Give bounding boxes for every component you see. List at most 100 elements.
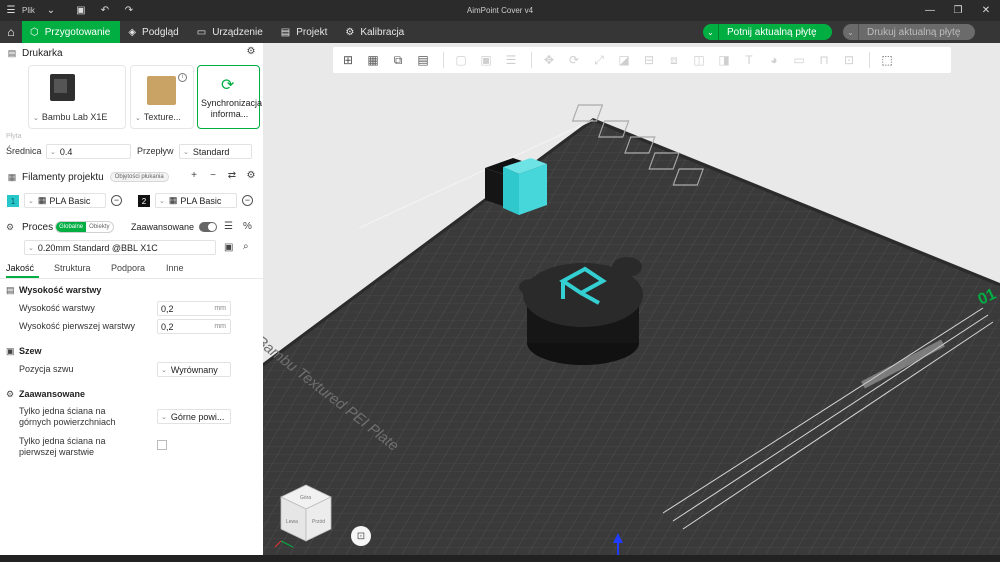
arrange-icon[interactable]: ▤ — [412, 51, 434, 69]
seam-icon: ▣ — [6, 346, 15, 356]
process-subtabs: Jakość Struktura Podpora Inne — [0, 261, 263, 279]
delete-icon[interactable]: ☰ — [500, 51, 522, 69]
advanced-toggle[interactable] — [199, 222, 217, 232]
cube-front-label: Przód — [312, 519, 325, 525]
redo-icon[interactable]: ↷ — [121, 3, 137, 19]
file-menu[interactable]: Plik — [22, 6, 35, 15]
chevron-down-icon[interactable]: ⌄ — [703, 24, 719, 40]
menu-icon[interactable]: ☰ — [4, 4, 18, 18]
scope-global[interactable]: Globalne — [56, 222, 87, 232]
chevron-down-icon: ⌄ — [28, 244, 34, 252]
add-plate-icon[interactable]: ▦ — [362, 51, 384, 69]
cube-top-label: Góra — [300, 495, 311, 501]
3d-viewport[interactable]: Bambu Textured PEI Plate 01 ⊞ ▦ ⧉ ▤ ▢ ▣ … — [263, 43, 1000, 555]
spool-icon: ▦ — [168, 195, 178, 205]
split-icon[interactable]: ⊡ — [838, 51, 860, 69]
group-title: Szew — [19, 346, 42, 356]
remove-filament-1-icon[interactable]: − — [111, 195, 122, 206]
3d-toolbar: ⊞ ▦ ⧉ ▤ ▢ ▣ ☰ ✥ ⟳ ⤢ ◪ ⊟ ⧈ ◫ ◨ T ◕ ▭ ⊓ ⊡ … — [333, 47, 951, 73]
process-profile-select[interactable]: ⌄ 0.20mm Standard @BBL X1C — [24, 240, 216, 255]
tab-prepare[interactable]: ⬡ Przygotowanie — [22, 21, 121, 43]
tab-device[interactable]: ▭ Urządzenie — [189, 21, 273, 43]
gear-icon[interactable]: ⚙ — [245, 170, 257, 181]
print-plate-button[interactable]: ⌄ Drukuj aktualną płytę — [843, 24, 975, 40]
gear-icon[interactable]: ⚙ — [245, 46, 257, 57]
rotate-icon[interactable]: ⟳ — [563, 51, 585, 69]
info-icon[interactable]: i — [178, 73, 187, 82]
close-button[interactable]: ✕ — [972, 0, 1000, 21]
tab-calibration[interactable]: ⚙ Kalibracja — [337, 21, 414, 43]
filament-icon: ▦ — [7, 171, 17, 182]
filament-slot-1[interactable]: 1 — [7, 195, 19, 207]
slice-plate-button[interactable]: ⌄ Potnij aktualną płytę — [703, 24, 832, 40]
chevron-down-icon[interactable]: ⌄ — [43, 3, 59, 19]
save-icon[interactable]: ▣ — [73, 3, 89, 19]
list-icon[interactable]: ☰ — [224, 221, 233, 232]
advanced-icon: ⚙ — [6, 389, 15, 399]
compare-icon[interactable]: % — [243, 221, 252, 232]
restore-button[interactable]: ❐ — [944, 0, 972, 21]
support-paint-icon[interactable]: ◫ — [688, 51, 710, 69]
layer-height-input[interactable]: 0,2 mm — [157, 301, 231, 316]
filament-2-select[interactable]: ⌄ ▦ PLA Basic — [155, 193, 237, 208]
seam-position-select[interactable]: ⌄ Wyrównany — [157, 362, 231, 377]
tab-label: Projekt — [296, 26, 328, 38]
search-icon[interactable]: ⌕ — [243, 241, 249, 252]
auto-orient-icon[interactable]: ⧉ — [387, 51, 409, 69]
filament-1-select[interactable]: ⌄ ▦ PLA Basic — [24, 193, 106, 208]
sync-icon: ⟳ — [221, 77, 235, 94]
home-icon[interactable]: ⌂ — [0, 21, 22, 43]
remove-icon[interactable]: − — [207, 170, 219, 181]
cut-icon[interactable]: ⊟ — [638, 51, 660, 69]
plate-type-selector[interactable]: i ⌄ Texture... — [130, 65, 194, 129]
add-icon[interactable]: + — [188, 170, 200, 181]
scope-objects[interactable]: Obiekty — [86, 222, 112, 232]
top-single-wall-label: Tylko jedna ściana na górnych powierzchn… — [19, 406, 116, 427]
move-icon[interactable]: ✥ — [538, 51, 560, 69]
group-title: Wysokość warstwy — [19, 285, 102, 295]
tab-quality[interactable]: Jakość — [6, 263, 34, 273]
unit-label: mm — [214, 305, 226, 312]
add-object-icon[interactable]: ⊞ — [337, 51, 359, 69]
seam-group: ▣ Szew — [0, 343, 263, 361]
assembly-icon[interactable]: ⊓ — [813, 51, 835, 69]
scale-icon[interactable]: ⤢ — [588, 51, 610, 69]
boolean-icon[interactable]: ⧈ — [663, 51, 685, 69]
chevron-down-icon: ⌄ — [159, 197, 165, 205]
save-icon[interactable]: ▣ — [224, 242, 233, 253]
copy-icon[interactable]: ▢ — [450, 51, 472, 69]
flush-volumes-button[interactable]: Objętości płukania — [109, 172, 169, 182]
tab-project[interactable]: ▤ Projekt — [273, 21, 338, 43]
flow-select[interactable]: ⌄ Standard — [179, 144, 252, 159]
diameter-select[interactable]: ⌄ 0.4 — [46, 144, 131, 159]
filament-section-header: ▦ Filamenty projektu Objętości płukania … — [0, 167, 263, 187]
color-paint-icon[interactable]: ◕ — [763, 51, 785, 69]
paste-icon[interactable]: ▣ — [475, 51, 497, 69]
view-settings-icon[interactable]: ⬚ — [876, 51, 898, 69]
undo-icon[interactable]: ↶ — [97, 3, 113, 19]
printer-selector[interactable]: ⌄ Bambu Lab X1E — [28, 65, 126, 129]
remove-filament-2-icon[interactable]: − — [242, 195, 253, 206]
view-cube[interactable]: Góra Lewa Przód — [271, 479, 341, 549]
tab-support[interactable]: Podpora — [111, 263, 145, 273]
first-layer-height-input[interactable]: 0,2 mm — [157, 319, 231, 334]
minimize-button[interactable]: — — [916, 0, 944, 21]
lay-on-face-icon[interactable]: ◪ — [613, 51, 635, 69]
measure-icon[interactable]: ▭ — [788, 51, 810, 69]
process-profile-name: 0.20mm Standard @BBL X1C — [37, 242, 158, 253]
tab-strength[interactable]: Struktura — [54, 263, 91, 273]
filament-slot-2[interactable]: 2 — [138, 195, 150, 207]
process-scope-toggle[interactable]: Globalne Obiekty — [55, 221, 114, 233]
sync-button[interactable]: ⟳ Synchronizacja informa... — [197, 65, 262, 129]
chevron-down-icon[interactable]: ⌄ — [843, 24, 859, 40]
build-plate-scene: Bambu Textured PEI Plate 01 — [263, 104, 1000, 555]
top-single-wall-select[interactable]: ⌄ Górne powi... — [157, 409, 231, 424]
text-icon[interactable]: T — [738, 51, 760, 69]
fit-view-icon[interactable]: ⊡ — [351, 526, 371, 546]
first-layer-single-wall-checkbox[interactable] — [157, 440, 167, 450]
sync-filament-icon[interactable]: ⇄ — [226, 170, 238, 181]
cube-outline-icon: ⬡ — [30, 26, 39, 38]
seam-paint-icon[interactable]: ◨ — [713, 51, 735, 69]
tab-preview[interactable]: ◈ Podgląd — [120, 21, 188, 43]
tab-others[interactable]: Inne — [166, 263, 184, 273]
